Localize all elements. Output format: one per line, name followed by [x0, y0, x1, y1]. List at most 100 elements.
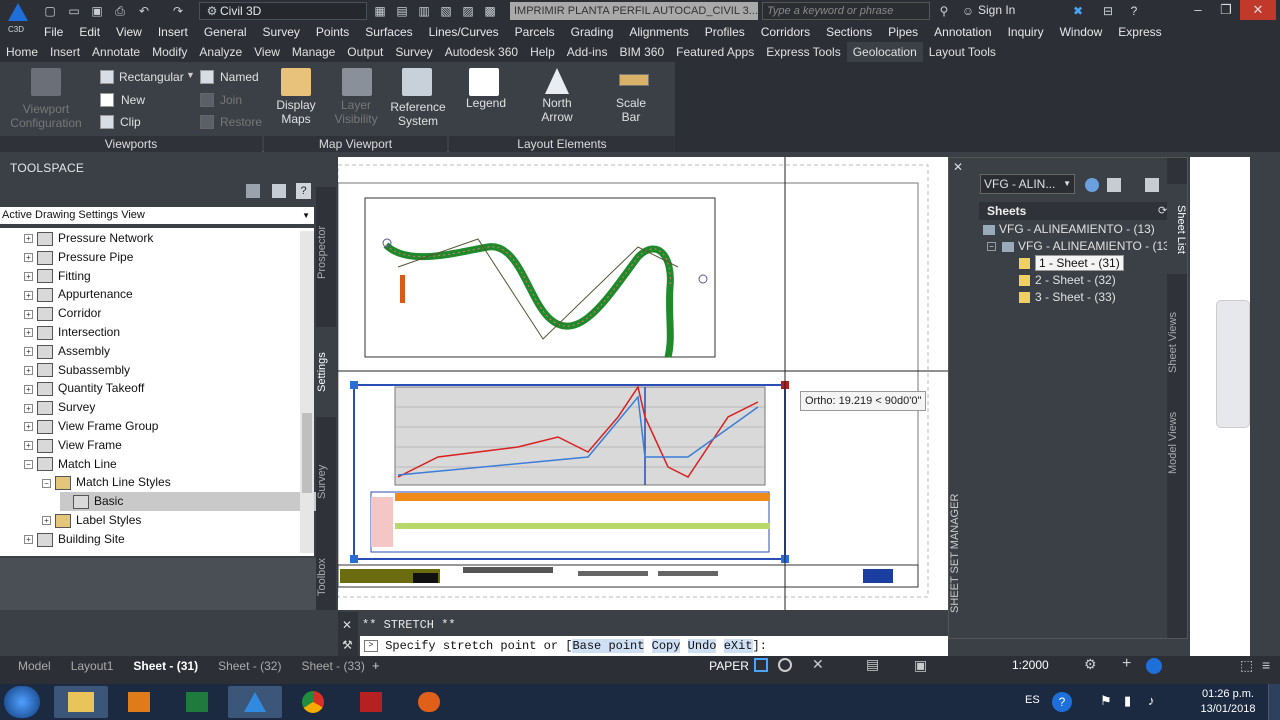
expand-icon[interactable]: + [24, 271, 33, 281]
expand-icon[interactable]: + [24, 422, 33, 432]
menu-lines-curves[interactable]: Lines/Curves [421, 22, 507, 42]
tab-prospector[interactable]: Prospector [316, 207, 336, 297]
volume-icon[interactable]: ♪ [1148, 693, 1155, 708]
options-icon[interactable] [1145, 178, 1159, 192]
menu-express[interactable]: Express [1110, 22, 1169, 42]
sheetset-subset[interactable]: − VFG - ALINEAMIENTO - (13) [987, 239, 1174, 253]
taskbar-app[interactable] [402, 686, 456, 718]
tab-sheet-list[interactable]: Sheet List [1167, 184, 1187, 274]
tab-geolocation[interactable]: Geolocation [846, 42, 923, 62]
tree-node[interactable]: + Subassembly [24, 361, 130, 380]
tree-node[interactable]: + Corridor [24, 304, 101, 323]
expand-icon[interactable]: + [24, 290, 33, 300]
qa-tool-icon[interactable]: ▩ [482, 3, 498, 19]
tab-home[interactable]: Home [0, 42, 44, 62]
menu-profiles[interactable]: Profiles [697, 22, 753, 42]
menu-general[interactable]: General [196, 22, 255, 42]
expand-icon[interactable]: + [24, 253, 33, 263]
expand-icon[interactable]: + [24, 309, 33, 319]
grid-icon[interactable] [754, 658, 768, 672]
help-icon[interactable]: ? [1126, 3, 1142, 19]
collapse-icon[interactable]: − [24, 459, 33, 469]
binoculars-icon[interactable]: ⚲ [936, 3, 952, 19]
otrack-icon[interactable]: ▤ [866, 656, 879, 673]
named-button[interactable]: Named [200, 68, 260, 86]
sheet-item[interactable]: 3 - Sheet - (33) [1019, 290, 1116, 304]
legend-button[interactable]: Legend [457, 96, 515, 110]
tab-modify[interactable]: Modify [146, 42, 193, 62]
tree-node[interactable]: + Assembly [24, 342, 110, 361]
menu-inquiry[interactable]: Inquiry [1000, 22, 1052, 42]
collapse-icon[interactable]: − [987, 242, 996, 252]
workspace-select[interactable]: Civil 3D [199, 2, 367, 20]
scrollbar-thumb[interactable] [302, 413, 312, 493]
tab-autodesk-360[interactable]: Autodesk 360 [439, 42, 524, 62]
qa-tool-icon[interactable]: ▥ [416, 3, 432, 19]
publish-icon[interactable] [1085, 178, 1099, 192]
customize-icon[interactable]: ≡ [1262, 657, 1270, 673]
tree-node[interactable]: + Pressure Pipe [24, 248, 133, 267]
close-icon[interactable]: ✕ [951, 160, 965, 174]
tab-featured-apps[interactable]: Featured Apps [670, 42, 760, 62]
taskbar-excel[interactable] [170, 686, 224, 718]
toolspace-tool-icon[interactable] [272, 184, 286, 198]
layout-tab[interactable]: Sheet - (33) [291, 656, 374, 676]
command-input[interactable]: > Specify stretch point or [Base point C… [360, 636, 948, 656]
tree-node[interactable]: − Match Line [24, 455, 117, 474]
sheet-item[interactable]: 2 - Sheet - (32) [1019, 273, 1116, 287]
restore-viewport-button[interactable]: Restore [200, 113, 262, 131]
tab-help[interactable]: Help [524, 42, 561, 62]
expand-icon[interactable]: + [42, 516, 51, 526]
menu-annotation[interactable]: Annotation [926, 22, 999, 42]
tree-node[interactable]: + Quantity Takeoff [24, 379, 144, 398]
expand-icon[interactable]: + [24, 328, 33, 338]
viewport-icon[interactable]: ▣ [914, 657, 927, 674]
menu-grading[interactable]: Grading [563, 22, 622, 42]
close-button[interactable]: ✕ [1240, 0, 1276, 20]
expand-icon[interactable]: + [24, 403, 33, 413]
taskbar-media[interactable] [112, 686, 166, 718]
tree-node[interactable]: + Building Site [24, 530, 125, 549]
polar-icon[interactable] [778, 658, 792, 672]
drawing-canvas[interactable]: Ortho: 19.219 < 90d0'0" [337, 157, 948, 610]
menu-alignments[interactable]: Alignments [621, 22, 696, 42]
navigation-bar[interactable] [1216, 300, 1250, 428]
tree-node[interactable]: + Intersection [24, 323, 120, 342]
menu-pipes[interactable]: Pipes [880, 22, 926, 42]
plus-icon[interactable]: + [1122, 655, 1131, 673]
menu-insert[interactable]: Insert [150, 22, 196, 42]
layout-tab[interactable]: Sheet - (31) [123, 656, 208, 676]
input-language[interactable]: ES [1025, 694, 1040, 706]
tab-express-tools[interactable]: Express Tools [760, 42, 846, 62]
open-folder-icon[interactable]: ▭ [66, 3, 82, 19]
tab-analyze[interactable]: Analyze [193, 42, 248, 62]
start-button[interactable] [4, 686, 40, 718]
taskbar-autocad[interactable] [344, 686, 398, 718]
tab-sheet-views[interactable]: Sheet Views [1167, 298, 1187, 388]
print-icon[interactable] [1107, 178, 1121, 192]
tree-node[interactable]: + Pressure Network [24, 229, 153, 248]
menu-edit[interactable]: Edit [71, 22, 108, 42]
redo-icon[interactable]: ↷ [170, 3, 186, 19]
tab-output[interactable]: Output [341, 42, 389, 62]
collapse-icon[interactable]: − [42, 478, 51, 488]
qa-tool-icon[interactable]: ▤ [394, 3, 410, 19]
menu-survey[interactable]: Survey [255, 22, 308, 42]
sheet-item[interactable]: 1 - Sheet - (31) [1019, 255, 1124, 271]
menu-view[interactable]: View [108, 22, 150, 42]
sheetset-root[interactable]: VFG - ALINEAMIENTO - (13) [983, 222, 1155, 236]
qa-tool-icon[interactable]: ▧ [438, 3, 454, 19]
app-menu-button[interactable]: C3D [0, 0, 36, 42]
tree-node[interactable]: + View Frame [24, 436, 122, 455]
layout-tab[interactable]: Layout1 [61, 656, 124, 676]
tree-node[interactable]: + View Frame Group [24, 417, 158, 436]
fullscreen-icon[interactable]: ⬚ [1240, 657, 1253, 674]
menu-surfaces[interactable]: Surfaces [357, 22, 420, 42]
expand-icon[interactable]: + [24, 347, 33, 357]
tree-node[interactable]: Basic [60, 492, 330, 512]
tab-toolbox[interactable]: Toolbox [316, 547, 336, 607]
new-file-icon[interactable]: ▢ [42, 3, 58, 19]
option-copy[interactable]: Copy [651, 639, 681, 653]
join-button[interactable]: Join [200, 91, 260, 109]
taskbar-chrome[interactable] [286, 686, 340, 718]
